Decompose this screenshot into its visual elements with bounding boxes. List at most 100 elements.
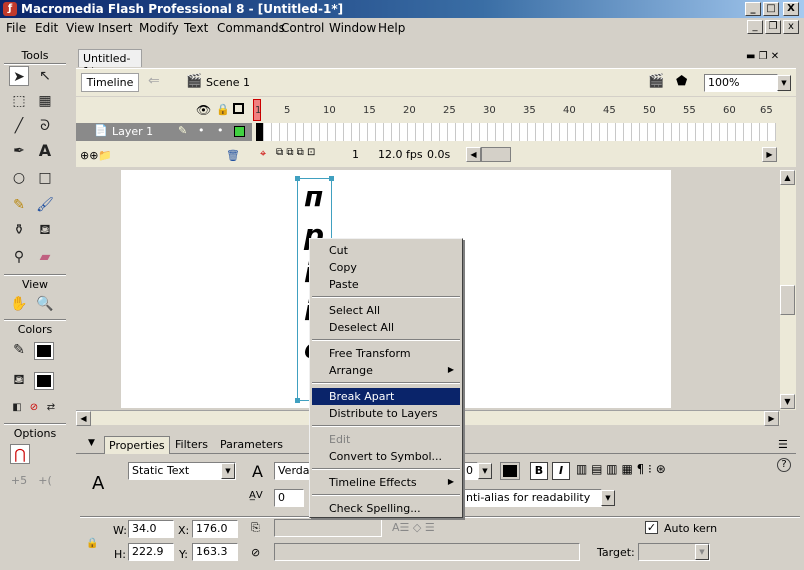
edit-scene-icon[interactable]: 🎬 [648, 74, 664, 89]
font-size-field[interactable]: 0 [462, 462, 478, 480]
edit-symbols-icon[interactable]: ⬟ [676, 74, 687, 89]
text-align-icons[interactable]: ▥ ▤ ▥ ▦ ¶ ⁝ ⊛ [576, 462, 666, 476]
stroke-color-swatch[interactable] [34, 342, 54, 360]
frame-grid[interactable] [256, 123, 776, 141]
timeline-toggle-button[interactable]: Timeline [81, 73, 139, 92]
lock-icon[interactable]: 🔒 [216, 103, 230, 116]
autokern-checkbox[interactable]: ✓ [645, 521, 658, 534]
layer-row[interactable]: 📄 Layer 1 ✎ • • [76, 123, 252, 141]
document-tab[interactable]: Untitled-1* [78, 49, 142, 78]
font-field[interactable]: Verdan [274, 462, 310, 480]
antialias-select[interactable]: nti-alias for readability [462, 489, 602, 507]
close-button[interactable]: X [783, 2, 799, 16]
subselect-tool-icon[interactable]: ↖ [35, 66, 55, 86]
menu-item-paste[interactable]: Paste [312, 276, 460, 293]
tab-properties[interactable]: Properties [104, 436, 170, 454]
text-tool-icon[interactable]: A [35, 141, 55, 161]
minimize-button[interactable]: _ [745, 2, 761, 16]
menu-item-copy[interactable]: Copy [312, 259, 460, 276]
center-frame-icon[interactable]: ⌖ [260, 147, 266, 161]
menu-text[interactable]: Text [184, 21, 208, 35]
doc-minimize-button[interactable]: _ [747, 20, 763, 34]
url-field[interactable] [274, 543, 580, 561]
tab-filters[interactable]: Filters [171, 438, 212, 451]
eyedropper-tool-icon[interactable]: ⚲ [9, 247, 29, 267]
menu-control[interactable]: Control [281, 21, 324, 35]
back-arrow-icon[interactable]: ⇐ [148, 73, 160, 89]
menu-item-convert-to-symbol[interactable]: Convert to Symbol... [312, 448, 460, 465]
menu-window[interactable]: Window [329, 21, 376, 35]
rectangle-tool-icon[interactable]: □ [35, 168, 55, 188]
menu-file[interactable]: File [6, 21, 26, 35]
snap-to-objects-icon[interactable]: ⋂ [10, 444, 30, 464]
line-tool-icon[interactable]: ╱ [9, 116, 29, 136]
tracking-field[interactable]: 0 [274, 489, 304, 507]
scroll-down-button[interactable]: ▼ [780, 394, 795, 409]
bold-button[interactable]: B [530, 462, 548, 480]
arrow-tool-icon[interactable]: ➤ [9, 66, 29, 86]
menu-edit[interactable]: Edit [35, 21, 58, 35]
format-options-icons[interactable]: A☰ ◇ ☰ [392, 521, 435, 534]
x-field[interactable]: 176.0 [192, 520, 238, 538]
insert-layer-icons[interactable]: ⊕⊕📁 [80, 149, 112, 162]
zoom-tool-icon[interactable]: 🔍 [35, 294, 55, 314]
collapse-arrow-icon[interactable]: ▼ [88, 438, 95, 448]
antialias-dropdown-arrow[interactable]: ▼ [601, 490, 615, 506]
v-scroll-thumb[interactable] [780, 285, 795, 315]
doc-close-button[interactable]: x [783, 20, 799, 34]
zoom-dropdown-arrow[interactable]: ▼ [777, 75, 791, 91]
timeline-scroll-right[interactable]: ▶ [762, 147, 777, 162]
tab-parameters[interactable]: Parameters [216, 438, 287, 451]
fill-color-swatch[interactable] [34, 372, 54, 390]
panel-options-icon[interactable]: ☰ [778, 438, 788, 451]
gradient-transform-tool-icon[interactable]: ▦ [35, 91, 55, 111]
scroll-left-button[interactable]: ◀ [76, 411, 91, 426]
eye-icon[interactable]: 👁 [196, 103, 211, 117]
hand-tool-icon[interactable]: ✋ [9, 294, 29, 314]
paint-bucket-tool-icon[interactable]: ⛾ [35, 220, 55, 240]
scroll-right-button[interactable]: ▶ [764, 411, 779, 426]
menu-modify[interactable]: Modify [139, 21, 179, 35]
maximize-button[interactable]: □ [763, 2, 779, 16]
menu-item-cut[interactable]: Cut [312, 242, 460, 259]
lock-proportions-icon[interactable]: 🔒 [86, 538, 98, 549]
brush-tool-icon[interactable]: 🖌 [35, 195, 55, 215]
ink-bottle-tool-icon[interactable]: ⚱ [9, 220, 29, 240]
smooth-icon[interactable]: +5 [9, 471, 29, 491]
pen-tool-icon[interactable]: ✒ [9, 141, 29, 161]
menu-item-select-all[interactable]: Select All [312, 302, 460, 319]
menu-item-check-spelling[interactable]: Check Spelling... [312, 500, 460, 517]
zoom-field[interactable]: 100% [704, 74, 778, 92]
target-dropdown-arrow[interactable]: ▼ [695, 544, 709, 560]
keyframe-1[interactable] [256, 123, 263, 141]
timeline-scroll-thumb[interactable] [481, 147, 511, 162]
y-field[interactable]: 163.3 [192, 543, 238, 561]
pencil-tool-icon[interactable]: ✎ [9, 195, 29, 215]
lasso-tool-icon[interactable]: ᘐ [35, 116, 55, 136]
height-field[interactable]: 222.9 [128, 543, 174, 561]
menu-item-deselect-all[interactable]: Deselect All [312, 319, 460, 336]
menu-help[interactable]: Help [378, 21, 405, 35]
text-type-dropdown-arrow[interactable]: ▼ [221, 463, 235, 479]
width-field[interactable]: 34.0 [128, 520, 174, 538]
text-type-select[interactable]: Static Text [128, 462, 236, 480]
menu-insert[interactable]: Insert [98, 21, 132, 35]
stage-vertical-scrollbar[interactable]: ▲ ▼ [780, 170, 796, 410]
eraser-tool-icon[interactable]: ▰ [35, 247, 55, 267]
onion-skin-icons[interactable]: ⧉ ⧉ ⧉ ⊡ [276, 147, 315, 158]
outline-icon[interactable] [233, 103, 244, 114]
swap-colors-icon[interactable]: ⇄ [41, 398, 61, 418]
oval-tool-icon[interactable]: ○ [9, 168, 29, 188]
doc-restore-button[interactable]: ❐ [765, 20, 781, 34]
menu-item-break-apart[interactable]: Break Apart [312, 388, 460, 405]
menu-item-timeline-effects[interactable]: Timeline Effects ▶ [312, 474, 460, 491]
instance-name-field[interactable] [274, 519, 382, 537]
free-transform-tool-icon[interactable]: ⬚ [9, 91, 29, 111]
text-color-button[interactable] [500, 462, 520, 480]
menu-item-distribute-to-layers[interactable]: Distribute to Layers [312, 405, 460, 422]
layer-color-icon[interactable] [234, 126, 245, 137]
menu-commands[interactable]: Commands [217, 21, 285, 35]
timeline-scroll-left[interactable]: ◀ [466, 147, 481, 162]
help-icon[interactable]: ? [777, 458, 791, 472]
menu-view[interactable]: View [66, 21, 94, 35]
